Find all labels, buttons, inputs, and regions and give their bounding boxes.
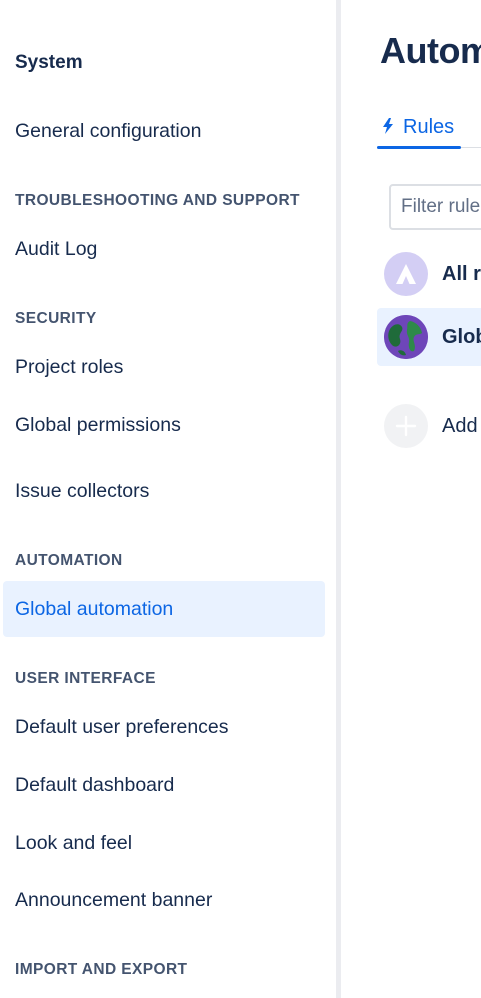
sidebar-item-default-user-preferences[interactable]: Default user preferences bbox=[3, 699, 325, 755]
add-button-label: Add bbox=[442, 414, 478, 437]
globe-icon bbox=[384, 315, 428, 359]
list-item-label: All r bbox=[442, 262, 481, 285]
filter-rules-input[interactable]: Filter rule bbox=[389, 184, 481, 230]
sidebar-item-issue-collectors[interactable]: Issue collectors bbox=[3, 463, 325, 519]
sidebar-item-audit-log[interactable]: Audit Log bbox=[3, 221, 325, 277]
list-item-label: Glob bbox=[442, 325, 481, 348]
sidebar: System General configuration TROUBLESHOO… bbox=[0, 0, 336, 998]
sidebar-item-look-and-feel[interactable]: Look and feel bbox=[3, 815, 325, 871]
sidebar-heading-import-export: IMPORT AND EXPORT bbox=[15, 961, 188, 978]
sidebar-heading-security: SECURITY bbox=[15, 310, 97, 327]
list-item-all-rules[interactable]: All r bbox=[377, 245, 481, 303]
sidebar-heading-automation: AUTOMATION bbox=[15, 552, 123, 569]
sidebar-item-global-permissions[interactable]: Global permissions bbox=[3, 397, 325, 453]
sidebar-item-announcement-banner[interactable]: Announcement banner bbox=[3, 872, 325, 928]
page-title: Autom bbox=[380, 30, 481, 71]
main-content: Autom Rules Filter rule All r Glob bbox=[341, 0, 481, 998]
sidebar-item-project-roles[interactable]: Project roles bbox=[3, 339, 325, 395]
sidebar-heading-troubleshooting: TROUBLESHOOTING AND SUPPORT bbox=[15, 192, 300, 209]
tab-rules-label: Rules bbox=[403, 116, 455, 138]
sidebar-title: System bbox=[15, 52, 83, 73]
tab-active-indicator bbox=[377, 146, 461, 149]
sidebar-item-default-dashboard[interactable]: Default dashboard bbox=[3, 757, 325, 813]
sidebar-item-general-configuration[interactable]: General configuration bbox=[3, 103, 325, 159]
atlassian-logo-icon bbox=[384, 252, 428, 296]
tab-rules[interactable]: Rules bbox=[378, 108, 462, 150]
list-item-global[interactable]: Glob bbox=[377, 308, 481, 366]
plus-icon bbox=[384, 404, 428, 448]
bolt-icon bbox=[382, 118, 394, 138]
sidebar-heading-user-interface: USER INTERFACE bbox=[15, 670, 156, 687]
add-button[interactable]: Add bbox=[377, 397, 481, 455]
sidebar-item-global-automation[interactable]: Global automation bbox=[3, 581, 325, 637]
